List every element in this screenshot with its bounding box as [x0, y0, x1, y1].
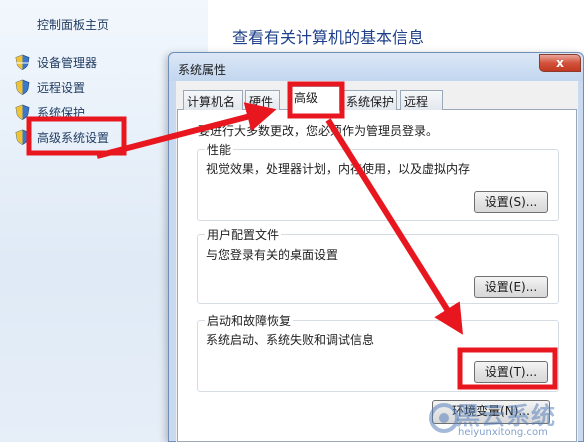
shield-icon	[15, 104, 30, 120]
sidebar-item-label: 高级系统设置	[37, 130, 110, 145]
shield-icon	[15, 54, 30, 70]
tab-label: 硬件	[249, 95, 274, 109]
page-title: 查看有关计算机的基本信息	[232, 28, 425, 47]
dialog-titlebar[interactable]: 系统属性 x	[169, 53, 583, 81]
tab-system-protection[interactable]: 系统保护	[342, 90, 397, 110]
tab-hardware[interactable]: 硬件	[245, 90, 280, 110]
tab-label: 计算机名	[187, 95, 236, 109]
watermark-url: heiyunxitong.com	[458, 427, 548, 438]
group-title-user-profiles: 用户配置文件	[205, 226, 282, 243]
close-icon: x	[556, 56, 564, 70]
admin-note: 要进行大多数更改，您必须作为管理员登录。	[198, 124, 439, 138]
sidebar-item-label: 设备管理器	[37, 55, 98, 70]
startup-recovery-settings-button[interactable]: 设置(T)...	[474, 361, 548, 383]
control-panel-home-link[interactable]: 控制面板主页	[37, 16, 109, 33]
tab-label: 高级	[294, 91, 319, 105]
group-desc-performance: 视觉效果，处理器计划，内存使用，以及虚拟内存	[206, 162, 471, 176]
tab-computer-name[interactable]: 计算机名	[183, 90, 243, 110]
tab-label: 远程	[404, 95, 429, 109]
tab-label: 系统保护	[346, 95, 395, 109]
tab-advanced[interactable]: 高级	[290, 86, 340, 111]
performance-settings-button[interactable]: 设置(S)...	[474, 191, 548, 213]
user-profiles-settings-button[interactable]: 设置(E)...	[474, 276, 548, 298]
sidebar-item-label: 系统保护	[37, 105, 86, 120]
watermark-text: 黑云系统	[456, 402, 556, 430]
shield-icon	[15, 129, 30, 145]
sidebar-item-label: 远程设置	[37, 80, 86, 95]
sidebar-item-system-protection[interactable]: 系统保护	[15, 103, 85, 121]
group-desc-user-profiles: 与您登录有关的桌面设置	[206, 248, 339, 262]
group-title-performance: 性能	[205, 141, 234, 158]
dialog-title: 系统属性	[178, 63, 227, 77]
group-title-startup-recovery: 启动和故障恢复	[205, 312, 294, 329]
group-desc-startup-recovery: 系统启动、系统失败和调试信息	[206, 333, 375, 347]
sidebar-item-remote-settings[interactable]: 远程设置	[15, 78, 85, 96]
close-button[interactable]: x	[539, 54, 581, 72]
shield-icon	[15, 79, 30, 95]
tab-remote[interactable]: 远程	[400, 90, 443, 110]
sidebar-item-device-manager[interactable]: 设备管理器	[15, 53, 97, 71]
sidebar-item-advanced-system-settings[interactable]: 高级系统设置	[15, 128, 109, 146]
